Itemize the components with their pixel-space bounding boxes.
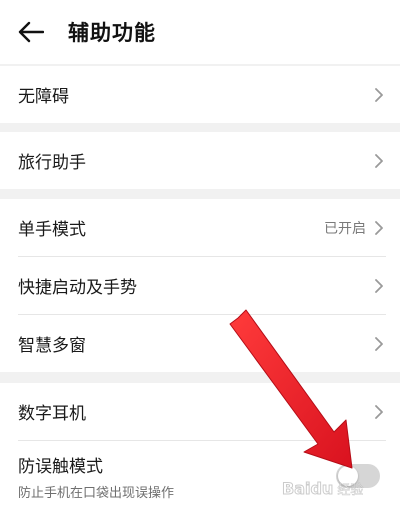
toggle-knob [338, 466, 358, 486]
chevron-right-icon [372, 152, 386, 170]
chevron-right-icon [372, 335, 386, 353]
arrow-left-icon [18, 21, 44, 43]
settings-item-one-hand-mode[interactable]: 单手模式 已开启 [0, 199, 400, 256]
settings-item-quick-launch-gestures[interactable]: 快捷启动及手势 [0, 257, 400, 314]
accessibility-settings-screen: 辅助功能 无障碍 旅行助手 单手模式 已开启 快捷启动及手势 智慧多窗 数字耳机… [0, 0, 400, 520]
settings-item-label: 无障碍 [18, 87, 69, 107]
settings-group-accessibility: 无障碍 [0, 66, 400, 123]
chevron-right-icon [372, 86, 386, 104]
settings-item-accessibility[interactable]: 无障碍 [0, 66, 400, 123]
settings-group-misc: 数字耳机 防误触模式 防止手机在口袋出现误操作 [0, 383, 400, 520]
settings-item-texts: 防误触模式 防止手机在口袋出现误操作 [18, 452, 336, 501]
settings-item-travel-assistant[interactable]: 旅行助手 [0, 132, 400, 189]
settings-item-label: 智慧多窗 [18, 336, 86, 356]
settings-item-label: 旅行助手 [18, 153, 86, 173]
chevron-right-icon [372, 403, 386, 421]
settings-item-label: 快捷启动及手势 [18, 278, 137, 298]
settings-item-status: 已开启 [324, 220, 366, 237]
back-button[interactable] [14, 15, 48, 49]
settings-group-modes: 单手模式 已开启 快捷启动及手势 智慧多窗 [0, 199, 400, 372]
settings-item-digital-earphones[interactable]: 数字耳机 [0, 383, 400, 440]
settings-item-label: 防误触模式 [18, 456, 103, 477]
settings-item-smart-multi-window[interactable]: 智慧多窗 [0, 315, 400, 372]
accidental-touch-toggle[interactable] [336, 464, 380, 488]
chevron-right-icon [372, 219, 386, 237]
settings-group-travel: 旅行助手 [0, 132, 400, 189]
app-header: 辅助功能 [0, 0, 400, 64]
settings-item-label: 单手模式 [18, 220, 86, 240]
page-title: 辅助功能 [68, 21, 156, 45]
settings-item-label: 数字耳机 [18, 404, 86, 424]
chevron-right-icon [372, 277, 386, 295]
settings-item-accidental-touch-mode: 防误触模式 防止手机在口袋出现误操作 [0, 441, 400, 511]
settings-item-description: 防止手机在口袋出现误操作 [18, 485, 175, 501]
